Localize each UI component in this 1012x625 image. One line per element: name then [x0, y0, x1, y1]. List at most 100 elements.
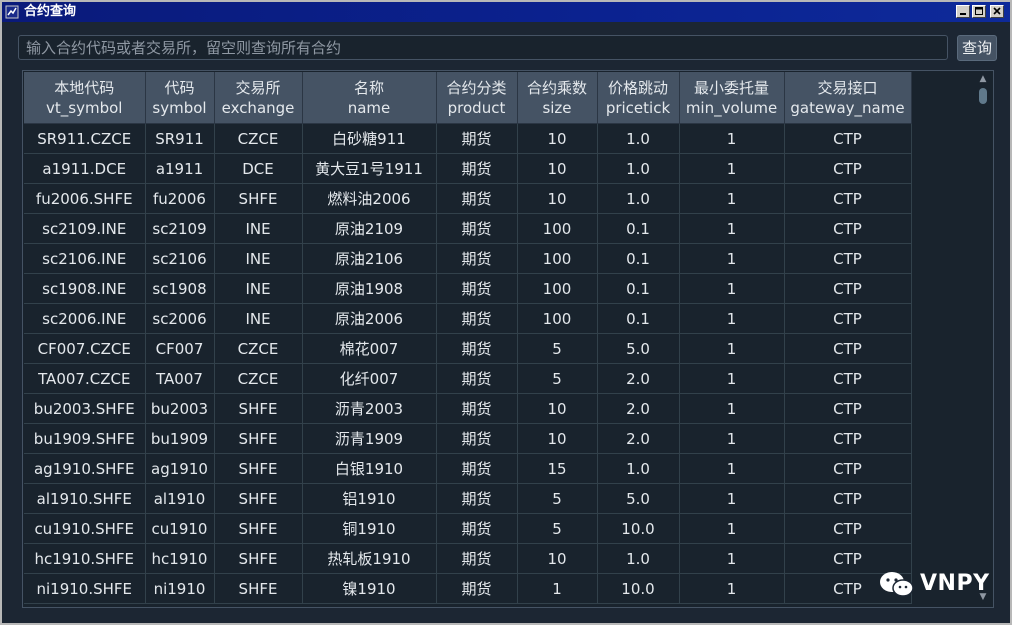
table-row[interactable]: bu1909.SHFE bu1909 SHFE 沥青1909 期货 10 2.0 1 CTP: [24, 423, 912, 454]
maximize-button[interactable]: [972, 5, 986, 18]
cell-vt-symbol[interactable]: cu1910.SHFE: [24, 513, 146, 544]
cell-size[interactable]: 5: [517, 333, 598, 364]
cell-min-volume[interactable]: 1: [679, 153, 785, 184]
cell-gateway-name[interactable]: CTP: [784, 273, 912, 304]
cell-exchange[interactable]: CZCE: [214, 333, 303, 364]
cell-product[interactable]: 期货: [436, 123, 518, 154]
cell-product[interactable]: 期货: [436, 363, 518, 394]
cell-symbol[interactable]: a1911: [145, 153, 215, 184]
cell-exchange[interactable]: SHFE: [214, 573, 303, 604]
cell-vt-symbol[interactable]: bu2003.SHFE: [24, 393, 146, 424]
cell-min-volume[interactable]: 1: [679, 423, 785, 454]
cell-gateway-name[interactable]: CTP: [784, 453, 912, 484]
cell-vt-symbol[interactable]: sc2109.INE: [24, 213, 146, 244]
cell-size[interactable]: 5: [517, 363, 598, 394]
cell-vt-symbol[interactable]: al1910.SHFE: [24, 483, 146, 514]
cell-pricetick[interactable]: 1.0: [597, 543, 680, 574]
cell-exchange[interactable]: INE: [214, 243, 303, 274]
cell-symbol[interactable]: SR911: [145, 123, 215, 154]
table-row[interactable]: cu1910.SHFE cu1910 SHFE 铜1910 期货 5 10.0 1 CTP: [24, 513, 912, 544]
cell-symbol[interactable]: al1910: [145, 483, 215, 514]
column-header-product[interactable]: 合约分类 product: [436, 72, 518, 124]
cell-vt-symbol[interactable]: bu1909.SHFE: [24, 423, 146, 454]
cell-symbol[interactable]: ni1910: [145, 573, 215, 604]
cell-name[interactable]: 镍1910: [302, 573, 437, 604]
scroll-thumb[interactable]: [979, 88, 987, 104]
cell-vt-symbol[interactable]: sc1908.INE: [24, 273, 146, 304]
cell-product[interactable]: 期货: [436, 393, 518, 424]
cell-vt-symbol[interactable]: CF007.CZCE: [24, 333, 146, 364]
cell-name[interactable]: 沥青2003: [302, 393, 437, 424]
cell-pricetick[interactable]: 5.0: [597, 333, 680, 364]
cell-min-volume[interactable]: 1: [679, 573, 785, 604]
cell-symbol[interactable]: sc2109: [145, 213, 215, 244]
cell-pricetick[interactable]: 2.0: [597, 423, 680, 454]
cell-gateway-name[interactable]: CTP: [784, 423, 912, 454]
table-row[interactable]: bu2003.SHFE bu2003 SHFE 沥青2003 期货 10 2.0 1 CTP: [24, 393, 912, 424]
cell-min-volume[interactable]: 1: [679, 393, 785, 424]
search-input[interactable]: [18, 35, 948, 60]
cell-gateway-name[interactable]: CTP: [784, 543, 912, 574]
cell-pricetick[interactable]: 2.0: [597, 393, 680, 424]
column-header-size[interactable]: 合约乘数 size: [517, 72, 598, 124]
cell-product[interactable]: 期货: [436, 153, 518, 184]
table-row[interactable]: hc1910.SHFE hc1910 SHFE 热轧板1910 期货 10 1.0 1 CTP: [24, 543, 912, 574]
cell-symbol[interactable]: TA007: [145, 363, 215, 394]
cell-name[interactable]: 燃料油2006: [302, 183, 437, 214]
cell-product[interactable]: 期货: [436, 333, 518, 364]
column-header-vt-symbol[interactable]: 本地代码 vt_symbol: [24, 72, 146, 124]
cell-name[interactable]: 沥青1909: [302, 423, 437, 454]
cell-min-volume[interactable]: 1: [679, 273, 785, 304]
cell-pricetick[interactable]: 0.1: [597, 303, 680, 334]
cell-exchange[interactable]: SHFE: [214, 483, 303, 514]
cell-product[interactable]: 期货: [436, 243, 518, 274]
table-row[interactable]: sc2109.INE sc2109 INE 原油2109 期货 100 0.1 1 CTP: [24, 213, 912, 244]
cell-min-volume[interactable]: 1: [679, 213, 785, 244]
cell-product[interactable]: 期货: [436, 273, 518, 304]
cell-symbol[interactable]: cu1910: [145, 513, 215, 544]
cell-product[interactable]: 期货: [436, 453, 518, 484]
cell-product[interactable]: 期货: [436, 483, 518, 514]
column-header-pricetick[interactable]: 价格跳动 pricetick: [597, 72, 680, 124]
cell-name[interactable]: 铜1910: [302, 513, 437, 544]
cell-size[interactable]: 10: [517, 183, 598, 214]
column-header-name[interactable]: 名称 name: [302, 72, 437, 124]
cell-name[interactable]: 化纤007: [302, 363, 437, 394]
column-header-symbol[interactable]: 代码 symbol: [145, 72, 215, 124]
cell-min-volume[interactable]: 1: [679, 183, 785, 214]
cell-gateway-name[interactable]: CTP: [784, 303, 912, 334]
table-row[interactable]: al1910.SHFE al1910 SHFE 铝1910 期货 5 5.0 1 CTP: [24, 483, 912, 514]
cell-min-volume[interactable]: 1: [679, 243, 785, 274]
cell-gateway-name[interactable]: CTP: [784, 123, 912, 154]
cell-name[interactable]: 铝1910: [302, 483, 437, 514]
cell-symbol[interactable]: sc2006: [145, 303, 215, 334]
cell-size[interactable]: 10: [517, 393, 598, 424]
cell-product[interactable]: 期货: [436, 183, 518, 214]
cell-vt-symbol[interactable]: ag1910.SHFE: [24, 453, 146, 484]
cell-name[interactable]: 热轧板1910: [302, 543, 437, 574]
cell-size[interactable]: 100: [517, 213, 598, 244]
cell-gateway-name[interactable]: CTP: [784, 513, 912, 544]
cell-exchange[interactable]: SHFE: [214, 453, 303, 484]
column-header-exchange[interactable]: 交易所 exchange: [214, 72, 303, 124]
cell-min-volume[interactable]: 1: [679, 123, 785, 154]
cell-vt-symbol[interactable]: SR911.CZCE: [24, 123, 146, 154]
cell-symbol[interactable]: ag1910: [145, 453, 215, 484]
cell-pricetick[interactable]: 1.0: [597, 183, 680, 214]
cell-pricetick[interactable]: 2.0: [597, 363, 680, 394]
table-row[interactable]: ni1910.SHFE ni1910 SHFE 镍1910 期货 1 10.0 1 CTP: [24, 573, 912, 604]
cell-gateway-name[interactable]: CTP: [784, 393, 912, 424]
cell-vt-symbol[interactable]: fu2006.SHFE: [24, 183, 146, 214]
cell-product[interactable]: 期货: [436, 543, 518, 574]
cell-name[interactable]: 原油1908: [302, 273, 437, 304]
cell-exchange[interactable]: SHFE: [214, 513, 303, 544]
cell-exchange[interactable]: CZCE: [214, 363, 303, 394]
table-row[interactable]: SR911.CZCE SR911 CZCE 白砂糖911 期货 10 1.0 1 CTP: [24, 123, 912, 154]
cell-symbol[interactable]: fu2006: [145, 183, 215, 214]
cell-size[interactable]: 10: [517, 423, 598, 454]
table-row[interactable]: sc2006.INE sc2006 INE 原油2006 期货 100 0.1 1 CTP: [24, 303, 912, 334]
cell-vt-symbol[interactable]: a1911.DCE: [24, 153, 146, 184]
cell-exchange[interactable]: INE: [214, 273, 303, 304]
minimize-button[interactable]: [956, 5, 970, 18]
column-header-min-volume[interactable]: 最小委托量 min_volume: [679, 72, 785, 124]
